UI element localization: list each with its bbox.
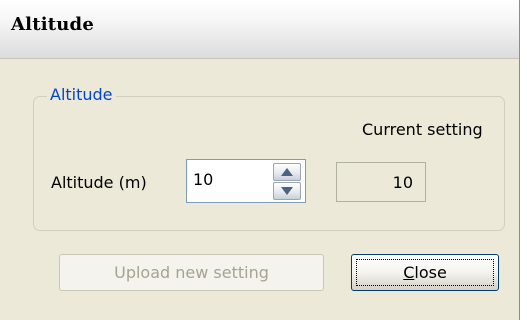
altitude-dialog: Altitude Altitude Current setting Altitu… xyxy=(0,0,520,320)
window-title: Altitude xyxy=(11,14,94,35)
altitude-input-value[interactable]: 10 xyxy=(193,170,213,189)
arrow-up-icon xyxy=(281,168,293,176)
close-button[interactable]: Close xyxy=(351,254,499,291)
spin-down-button[interactable] xyxy=(273,182,301,200)
current-setting-field: 10 xyxy=(336,162,426,202)
current-setting-value: 10 xyxy=(392,173,413,192)
close-button-label: Close xyxy=(403,263,447,282)
close-mnemonic: C xyxy=(403,263,415,282)
upload-button-label: Upload new setting xyxy=(114,263,269,282)
title-bar[interactable]: Altitude xyxy=(0,0,519,59)
spin-up-button[interactable] xyxy=(273,163,301,181)
upload-new-setting-button[interactable]: Upload new setting xyxy=(59,254,324,291)
altitude-spinbox[interactable]: 10 xyxy=(186,159,306,203)
groupbox-legend: Altitude xyxy=(47,84,116,106)
close-label-rest: lose xyxy=(414,263,447,282)
arrow-down-icon xyxy=(281,187,293,195)
altitude-label: Altitude (m) xyxy=(51,173,147,192)
current-setting-label: Current setting xyxy=(362,120,483,139)
